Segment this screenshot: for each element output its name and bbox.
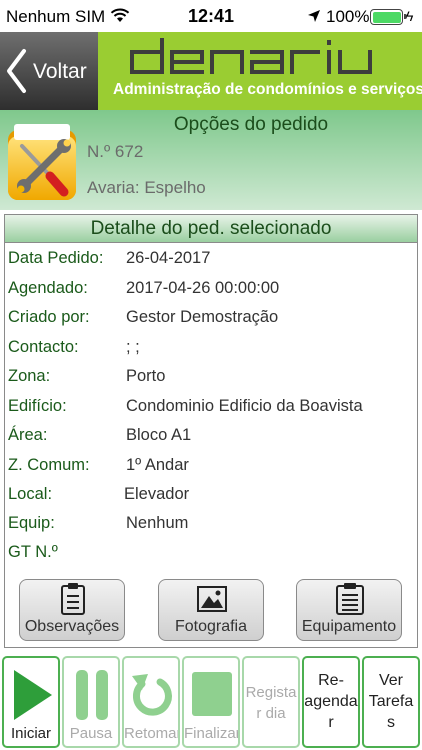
stop-icon — [192, 672, 232, 716]
registar-dia-line: r dia — [256, 705, 286, 722]
equipamento-button[interactable]: Equipamento — [296, 579, 402, 641]
observacoes-label: Observações — [24, 618, 120, 635]
iniciar-label: Iniciar — [10, 725, 51, 742]
resume-icon — [132, 674, 172, 716]
field-value: Porto — [126, 367, 166, 385]
back-label: Voltar — [33, 60, 87, 83]
field-label: GT N.º — [8, 543, 58, 561]
retomar-label: Retomar — [124, 725, 180, 742]
field-label: Criado por: — [8, 308, 90, 326]
tools-folder-icon — [8, 124, 76, 200]
play-icon — [14, 670, 52, 720]
battery-icon — [370, 9, 407, 25]
retomar-button[interactable]: Retomar — [122, 656, 180, 748]
charging-icon: ϟ — [406, 8, 414, 24]
field-value: 1º Andar — [126, 456, 189, 474]
ver-tarefas-label: Ver Tarefa s — [364, 670, 418, 733]
tagline: Administração de condomínios e serviços — [113, 81, 422, 98]
ver-tarefas-line: Tarefa — [368, 693, 414, 710]
reagendar-line: r — [328, 714, 334, 731]
field-value: ; ; — [126, 338, 140, 356]
equipamento-label: Equipamento — [301, 618, 397, 635]
field-value: Nenhum — [126, 514, 189, 532]
registar-dia-line: Regista — [245, 684, 297, 701]
field-label: Local: — [8, 485, 53, 503]
finalizar-label: Finalizar — [184, 725, 240, 742]
ver-tarefas-button[interactable]: Ver Tarefa s — [362, 656, 420, 748]
reagendar-label: Re- agenda r — [304, 670, 358, 733]
ver-tarefas-line: Ver — [378, 672, 403, 689]
denariu-logo: denariu — [130, 36, 372, 74]
fotografia-button[interactable]: Fotografia — [158, 579, 264, 641]
order-number: N.º 672 — [87, 142, 144, 161]
location-arrow-icon — [308, 10, 320, 22]
field-label: Zona: — [8, 367, 51, 385]
field-label: Data Pedido: — [8, 249, 104, 267]
clipboard-list-icon — [336, 583, 364, 615]
field-label: Edifício: — [8, 397, 67, 415]
chevron-left-icon — [7, 49, 26, 93]
field-value: Condominio Edificio da Boavista — [126, 397, 363, 415]
field-value: 26-04-2017 — [126, 249, 211, 267]
finalizar-button[interactable]: Finalizar — [182, 656, 240, 748]
order-detail-panel: Detalhe do ped. selecionado Data Pedido:… — [4, 214, 418, 648]
observacoes-button[interactable]: Observações — [19, 579, 125, 641]
reagendar-line: agenda — [304, 693, 358, 710]
clipboard-icon — [61, 583, 85, 615]
field-label: Contacto: — [8, 338, 79, 356]
brand-text: denariu — [130, 36, 134, 37]
field-label: Área: — [8, 426, 48, 444]
reagendar-button[interactable]: Re- agenda r — [302, 656, 360, 748]
battery-fill — [372, 11, 401, 23]
pausa-button[interactable]: Pausa — [62, 656, 120, 748]
registar-dia-label: Regista r dia — [244, 682, 298, 724]
reagendar-line: Re- — [318, 672, 344, 689]
battery-percent: 100% — [326, 7, 370, 26]
fotografia-label: Fotografia — [174, 618, 248, 635]
field-label: Equip: — [8, 514, 55, 532]
picture-icon — [197, 586, 227, 612]
detail-title: Detalhe do ped. selecionado — [5, 215, 417, 243]
field-value: Gestor Demostração — [126, 308, 279, 326]
field-value: Elevador — [124, 485, 190, 503]
bottom-toolbar: Iniciar Pausa Retomar Finalizar Regista … — [0, 653, 422, 750]
app-header: Voltar denariu Administração de condomín… — [0, 32, 422, 110]
status-bar: Nenhum SIM 12:41 100% ϟ — [0, 0, 422, 32]
order-fault: Avaria: Espelho — [87, 178, 206, 197]
field-label: Agendado: — [8, 279, 88, 297]
pausa-label: Pausa — [69, 725, 113, 742]
registar-dia-button[interactable]: Regista r dia — [242, 656, 300, 748]
field-value: 2017-04-26 00:00:00 — [126, 279, 280, 297]
field-value: Bloco A1 — [126, 426, 192, 444]
ver-tarefas-line: s — [387, 714, 395, 731]
field-label: Z. Comum: — [8, 456, 90, 474]
back-button[interactable]: Voltar — [0, 32, 98, 110]
iniciar-button[interactable]: Iniciar — [2, 656, 60, 748]
pause-icon — [76, 670, 108, 720]
